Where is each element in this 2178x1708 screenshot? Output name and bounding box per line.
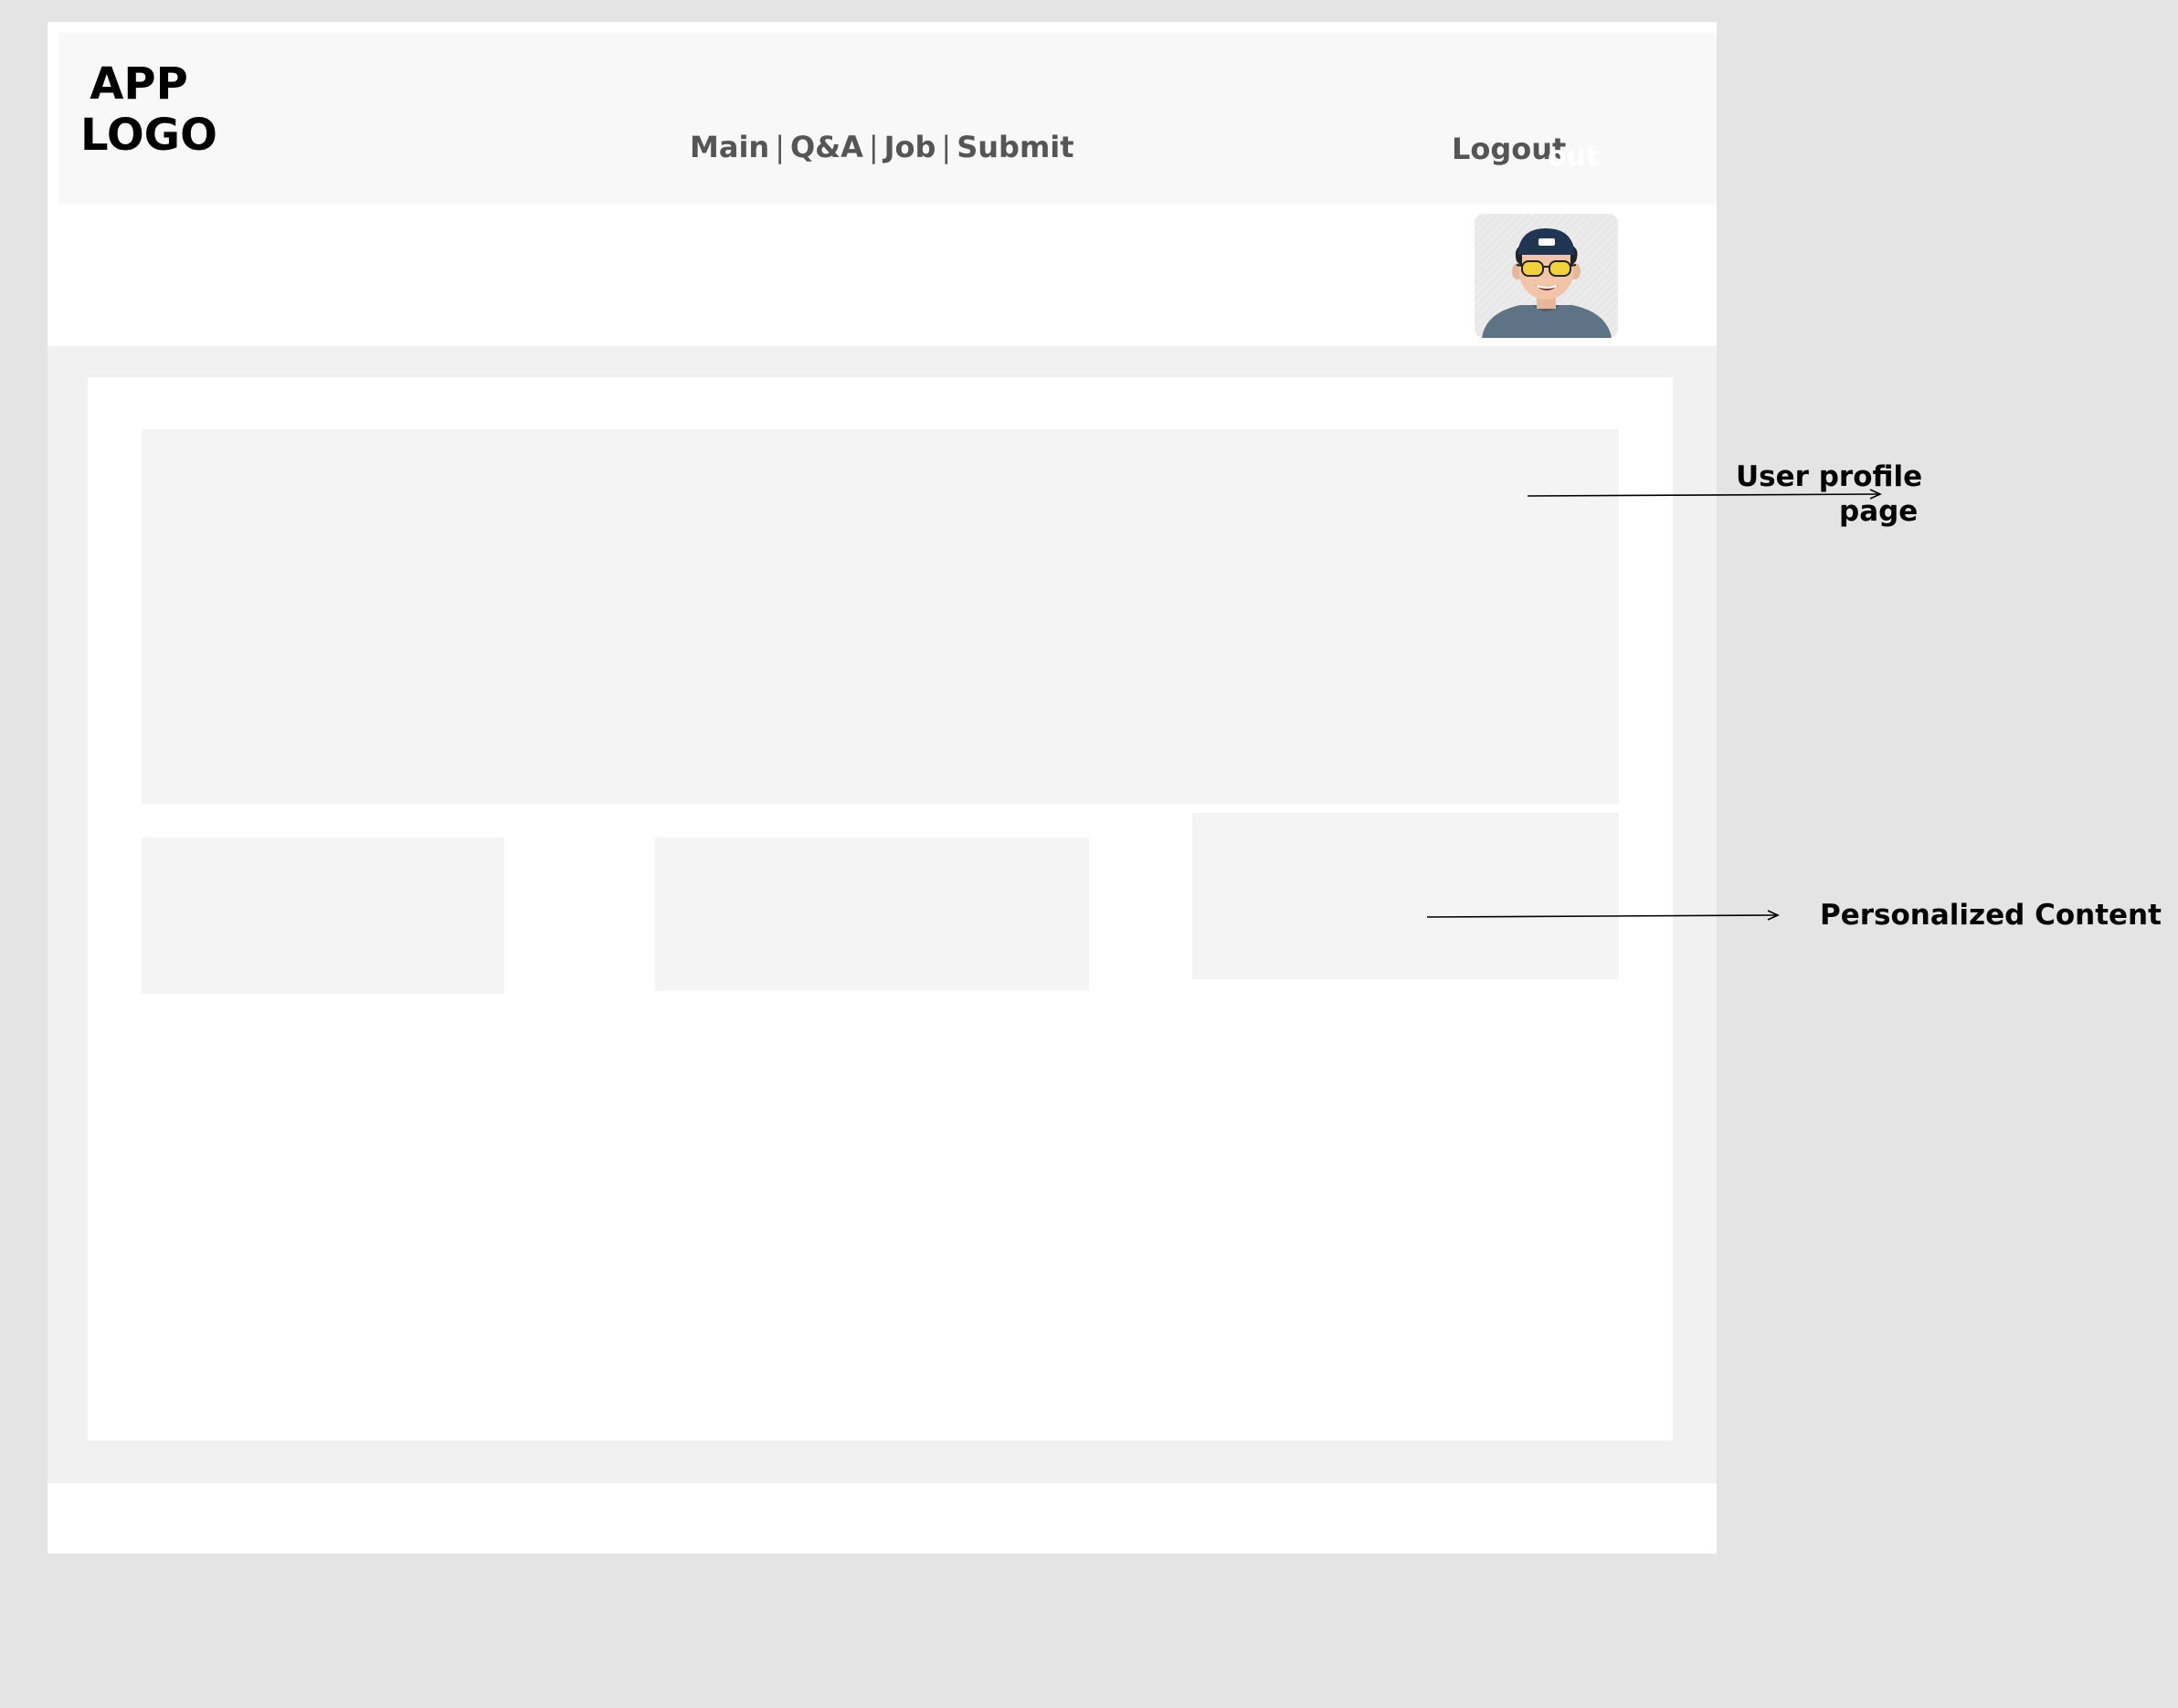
annotation-arrows [1426,489,1882,921]
annotation-user-profile-page: page [1839,495,1919,528]
annotation-user-profile: User profile [1736,460,1923,493]
arrow-right-icon [1527,493,1880,497]
arrow-right-icon [1426,914,1778,918]
annotation-personalized-content: Personalized Content [1820,899,2162,932]
